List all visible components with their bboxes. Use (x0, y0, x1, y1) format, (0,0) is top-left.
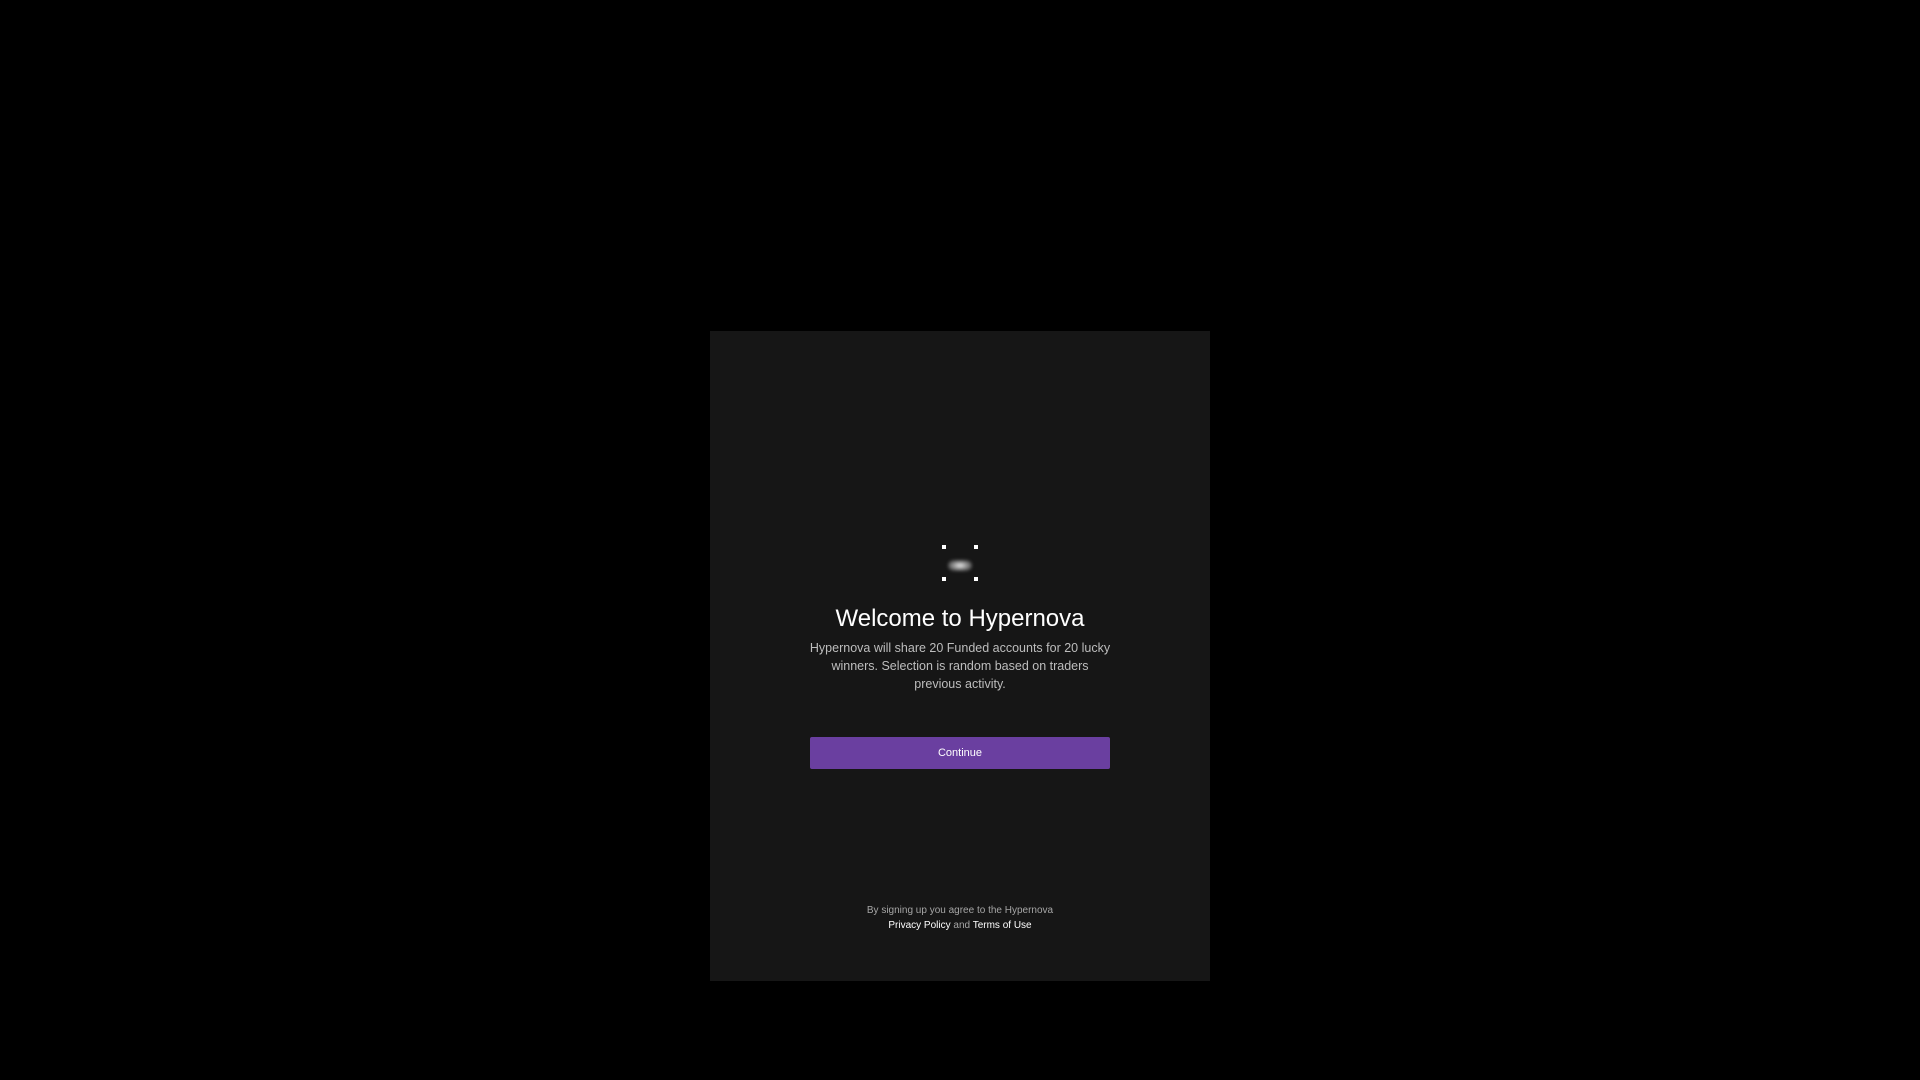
privacy-policy-link[interactable]: Privacy Policy (888, 920, 950, 931)
modal-title: Welcome to Hypernova (835, 605, 1085, 632)
legal-footer: By signing up you agree to the Hypernova… (710, 903, 1210, 933)
modal-description: Hypernova will share 20 Funded accounts … (809, 641, 1111, 691)
continue-button[interactable]: Continue (810, 737, 1110, 769)
terms-of-use-link[interactable]: Terms of Use (973, 920, 1032, 931)
hypernova-logo-icon (942, 545, 978, 581)
agreement-text: By signing up you agree to the Hypernova (866, 905, 1054, 916)
and-text: and (953, 920, 971, 931)
legal-links: Privacy Policy and Terms of Use (710, 918, 1210, 933)
welcome-modal: Welcome to Hypernova Hypernova will shar… (710, 331, 1210, 981)
